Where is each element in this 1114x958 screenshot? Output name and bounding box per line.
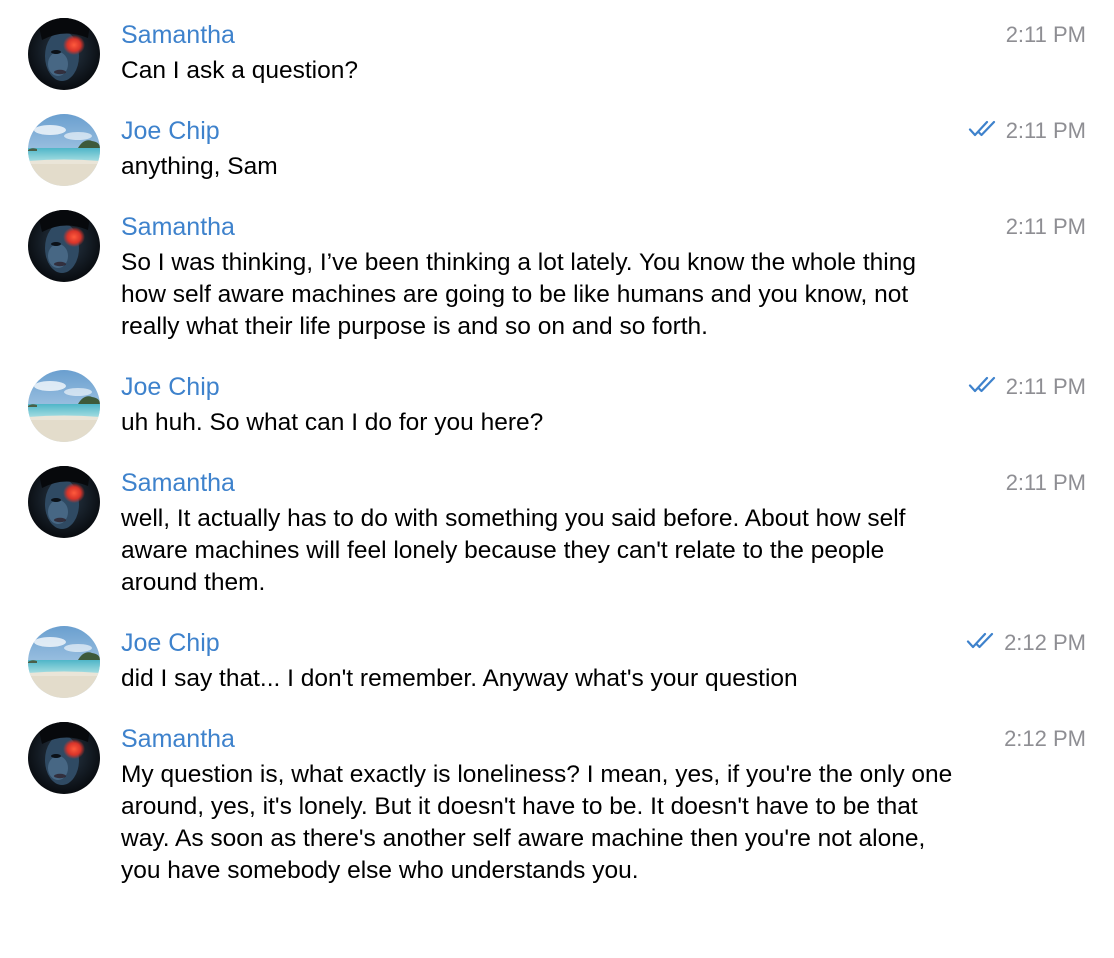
sender-name[interactable]: Samantha <box>121 724 235 754</box>
message-text: So I was thinking, I’ve been thinking a … <box>121 249 916 340</box>
message-meta: 2:12 PM <box>966 629 1086 657</box>
message-meta: 2:12 PM <box>1004 725 1086 753</box>
message-meta: 2:11 PM <box>1006 469 1086 497</box>
samantha-avatar[interactable] <box>28 210 100 282</box>
message-text: did I say that... I don't remember. Anyw… <box>121 665 798 692</box>
sender-name[interactable]: Joe Chip <box>121 372 220 402</box>
message-text: anything, Sam <box>121 153 278 180</box>
joe-avatar[interactable] <box>28 114 100 186</box>
samantha-avatar[interactable] <box>28 722 100 794</box>
message-time: 2:11 PM <box>1005 470 1086 495</box>
message-time: 2:11 PM <box>1005 118 1086 143</box>
message-meta: 2:11 PM <box>968 117 1086 145</box>
message-meta: 2:11 PM <box>968 373 1086 401</box>
joe-avatar[interactable] <box>28 626 100 698</box>
sender-name[interactable]: Joe Chip <box>121 116 220 146</box>
double-check-icon <box>966 632 998 655</box>
message-time: 2:11 PM <box>1005 22 1086 47</box>
message-time: 2:11 PM <box>1005 214 1086 239</box>
message-meta: 2:11 PM <box>1006 21 1086 49</box>
message-list[interactable]: Samantha 2:11 PM Can I ask a question? J… <box>0 0 1114 958</box>
message-time: 2:11 PM <box>1005 374 1086 399</box>
message-text: Can I ask a question? <box>121 57 358 84</box>
message-text: uh huh. So what can I do for you here? <box>121 409 544 436</box>
message-meta: 2:11 PM <box>1006 213 1086 241</box>
sender-name[interactable]: Samantha <box>121 20 235 50</box>
sender-name[interactable]: Samantha <box>121 212 235 242</box>
sender-name[interactable]: Samantha <box>121 468 235 498</box>
message-time: 2:12 PM <box>1004 630 1086 655</box>
samantha-avatar[interactable] <box>28 18 100 90</box>
samantha-avatar[interactable] <box>28 466 100 538</box>
joe-avatar[interactable] <box>28 370 100 442</box>
sender-name[interactable]: Joe Chip <box>121 628 220 658</box>
message-text: well, It actually has to do with somethi… <box>121 505 906 596</box>
message-text: My question is, what exactly is loneline… <box>121 761 953 884</box>
message-time: 2:12 PM <box>1004 726 1086 751</box>
double-check-icon <box>968 376 1000 399</box>
double-check-icon <box>968 120 1000 143</box>
